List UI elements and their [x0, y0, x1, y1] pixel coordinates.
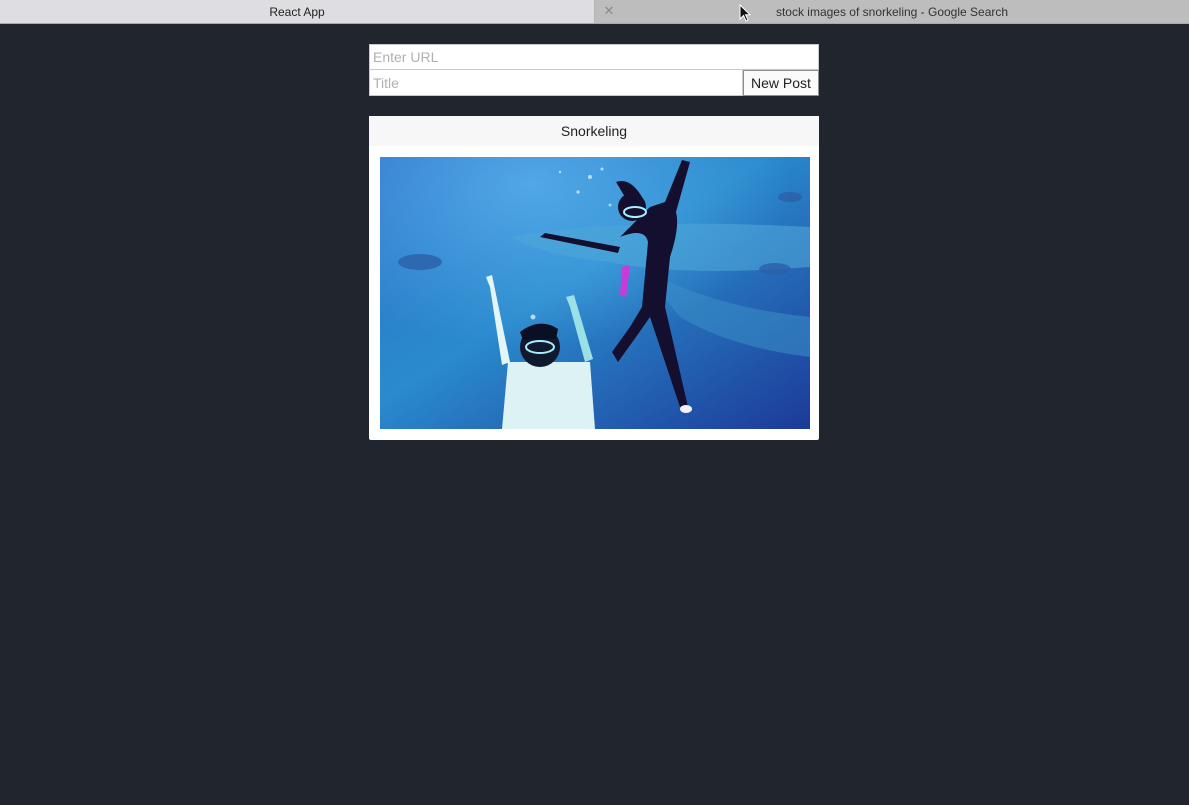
post-title: Snorkeling	[369, 116, 819, 146]
title-row: New Post	[369, 70, 819, 96]
url-input[interactable]	[369, 44, 819, 70]
snorkeling-photo	[380, 157, 810, 429]
tab-title: stock images of snorkeling - Google Sear…	[775, 4, 1009, 19]
browser-tab-bar: React App ✕ stock images of snorkeling -…	[0, 0, 1189, 24]
tab-title: React App	[269, 4, 325, 19]
new-post-button[interactable]: New Post	[743, 70, 819, 96]
snorkeling-illustration	[380, 157, 810, 429]
post-card: Snorkeling	[369, 116, 819, 440]
title-input[interactable]	[369, 70, 743, 96]
new-post-form: New Post	[369, 44, 819, 96]
mouse-cursor-icon	[739, 4, 751, 22]
tab-react-app[interactable]: React App	[0, 0, 595, 23]
close-icon[interactable]: ✕	[602, 4, 616, 18]
tab-google-search[interactable]: ✕ stock images of snorkeling - Google Se…	[595, 0, 1189, 23]
